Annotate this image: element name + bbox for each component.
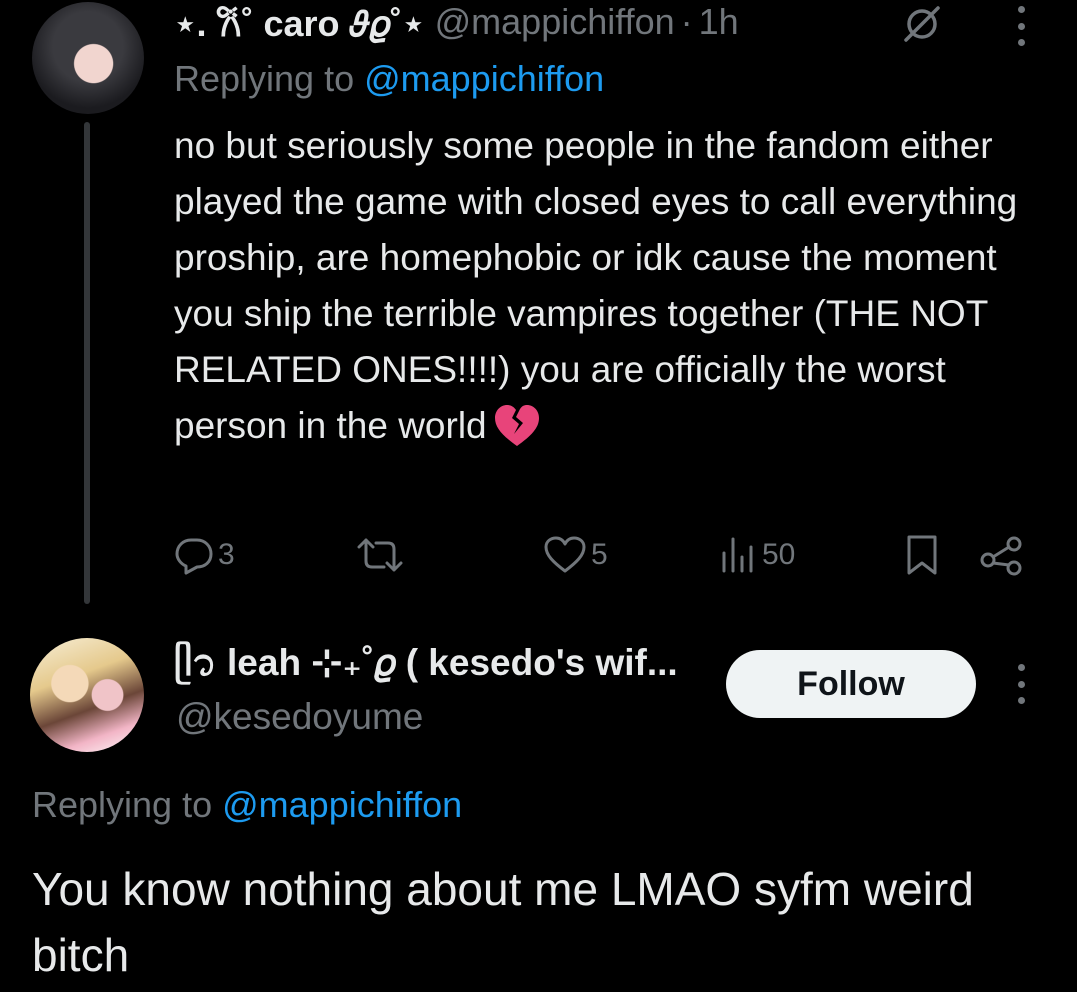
broken-heart-icon <box>494 405 539 446</box>
author-display-name[interactable]: ᥫ᭡ leah ⊹₊˚𝜚 ( kesedo's wif... <box>174 642 678 692</box>
bookmark-icon <box>907 535 937 575</box>
tweet-text: You know nothing about me LMAO syfm weir… <box>32 863 974 981</box>
reply-button[interactable]: 3 <box>174 530 235 580</box>
follow-button[interactable]: Follow <box>726 650 976 718</box>
replying-to-line: Replying to @mappichiffon <box>32 784 462 826</box>
share-icon <box>980 536 1022 576</box>
replying-to-label: Replying to <box>32 784 213 825</box>
tweet-time[interactable]: 1h <box>699 1 739 43</box>
more-options-icon[interactable] <box>1015 6 1027 46</box>
tweet-body: no but seriously some people in the fand… <box>174 118 1034 454</box>
thread-connector-line <box>84 122 90 604</box>
grok-icon[interactable] <box>900 4 944 44</box>
like-count: 5 <box>591 538 608 571</box>
share-button[interactable] <box>980 530 1024 580</box>
avatar[interactable] <box>30 638 144 752</box>
separator-dot: · <box>680 1 693 42</box>
retweet-button[interactable] <box>356 530 404 580</box>
like-button[interactable]: 5 <box>543 530 608 580</box>
analytics-icon <box>722 537 753 573</box>
reply-count: 3 <box>218 538 235 571</box>
replying-to-mention[interactable]: @mappichiffon <box>222 784 462 825</box>
retweet-icon <box>357 538 403 572</box>
view-count: 50 <box>762 538 796 571</box>
more-options-icon[interactable] <box>1015 664 1027 704</box>
tweet-text: no but seriously some people in the fand… <box>174 125 1018 446</box>
reply-icon <box>175 538 213 575</box>
author-display-name[interactable]: ⋆. 𐙚˚ caro 𝜗𝜚˚⋆ <box>174 0 425 47</box>
author-handle[interactable]: @kesedoyume <box>176 696 423 738</box>
bookmark-button[interactable] <box>904 530 940 580</box>
replying-to-label: Replying to <box>174 58 355 99</box>
author-handle[interactable]: @mappichiffon <box>435 1 675 43</box>
heart-icon <box>544 536 586 573</box>
views-button[interactable]: 50 <box>718 530 795 580</box>
replying-to-line: Replying to @mappichiffon <box>174 58 604 100</box>
replying-to-mention[interactable]: @mappichiffon <box>364 58 604 99</box>
avatar[interactable] <box>32 2 144 114</box>
tweet-header: ⋆. 𐙚˚ caro 𝜗𝜚˚⋆ @mappichiffon · 1h <box>174 0 739 44</box>
